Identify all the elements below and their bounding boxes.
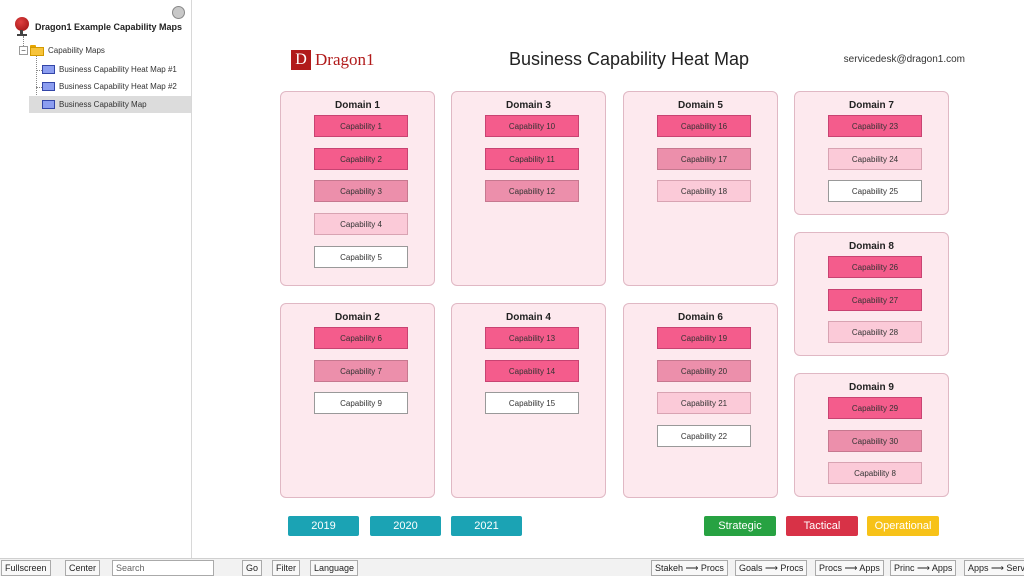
- legend-tactical[interactable]: Tactical: [786, 516, 858, 536]
- map-icon: [42, 82, 55, 91]
- go-button[interactable]: Go: [242, 560, 263, 576]
- tree-connector: [23, 36, 24, 46]
- domain-title: Domain 9: [848, 382, 894, 393]
- language-button[interactable]: Language: [310, 560, 359, 576]
- expand-collapse-icon[interactable]: −: [19, 46, 28, 55]
- domain-title: Domain 7: [848, 100, 894, 111]
- legend-strategic[interactable]: Strategic: [704, 516, 776, 536]
- search-input[interactable]: [112, 560, 214, 576]
- capability-box[interactable]: Capability 7: [314, 359, 408, 382]
- logo-mark: D: [291, 50, 311, 70]
- sidebar: Dragon1 Example Capability Maps − Capabi…: [0, 0, 192, 558]
- capability-box[interactable]: Capability 9: [314, 392, 408, 415]
- capability-box[interactable]: Capability 11: [485, 147, 579, 170]
- capability-box[interactable]: Capability 12: [485, 180, 579, 203]
- capability-box[interactable]: Capability 27: [828, 288, 922, 311]
- view-goals-processes-button[interactable]: Goals ⟶ Procs: [735, 560, 808, 576]
- capability-box[interactable]: Capability 21: [657, 392, 751, 415]
- legend-operational[interactable]: Operational: [867, 516, 939, 536]
- domain-panel[interactable]: Domain 2 Capability 6 Capability 7 Capabili…: [280, 303, 435, 498]
- logo-text: Dragon1: [315, 50, 375, 69]
- capability-box[interactable]: Capability 19: [657, 327, 751, 349]
- domain-panel[interactable]: Domain 4 Capability 13 Capability 14 Capabi…: [451, 303, 606, 498]
- domain-title: Domain 8: [848, 241, 894, 252]
- capability-box[interactable]: Capability 26: [828, 256, 922, 278]
- domain-title: Domain 4: [505, 312, 551, 323]
- capability-box[interactable]: Capability 30: [828, 429, 922, 452]
- domain-panel[interactable]: Domain 1 Capability 1 Capability 2 Capabili…: [280, 91, 435, 286]
- filter-button[interactable]: Filter: [272, 560, 300, 576]
- bottom-toolbar: Fullscreen Center Go Filter Language Sta…: [0, 558, 1024, 576]
- tree-root[interactable]: Dragon1 Example Capability Maps: [14, 17, 182, 37]
- capability-box[interactable]: Capability 18: [657, 180, 751, 203]
- capability-box[interactable]: Capability 13: [485, 327, 579, 349]
- view-stakeholders-processes-button[interactable]: Stakeh ⟶ Procs: [651, 560, 728, 576]
- service-email: servicedesk@dragon1.com: [843, 54, 965, 65]
- tree-root-label: Dragon1 Example Capability Maps: [35, 22, 183, 32]
- capability-box[interactable]: Capability 10: [485, 115, 579, 137]
- capability-box[interactable]: Capability 17: [657, 147, 751, 170]
- domain-panel[interactable]: Domain 9 Capability 29 Capability 30 Capabi…: [794, 373, 949, 497]
- domain-panel[interactable]: Domain 6 Capability 19 Capability 20 Capabi…: [623, 303, 778, 498]
- tree-item-capability-map[interactable]: Business Capability Map: [29, 96, 191, 113]
- domain-panel[interactable]: Domain 5 Capability 16 Capability 17 Capabi…: [623, 91, 778, 286]
- capability-box[interactable]: Capability 20: [657, 359, 751, 382]
- year-button-2019[interactable]: 2019: [288, 516, 359, 536]
- capability-box[interactable]: Capability 1: [314, 115, 408, 137]
- capability-box[interactable]: Capability 6: [314, 327, 408, 349]
- year-button-2020[interactable]: 2020: [370, 516, 441, 536]
- tree-item-label: Business Capability Map: [59, 100, 147, 109]
- center-button[interactable]: Center: [65, 560, 101, 576]
- domain-panel[interactable]: Domain 3 Capability 10 Capability 11 Capabi…: [451, 91, 606, 286]
- domain-panel[interactable]: Domain 8 Capability 26 Capability 27 Capabi…: [794, 232, 949, 356]
- domain-title: Domain 1: [334, 100, 380, 111]
- capability-box[interactable]: Capability 14: [485, 359, 579, 382]
- capability-box[interactable]: Capability 25: [828, 180, 922, 203]
- collapse-sidebar-button[interactable]: [172, 6, 185, 19]
- domain-title: Domain 5: [677, 100, 723, 111]
- tree-item-label: Business Capability Heat Map #1: [59, 65, 177, 74]
- capability-box[interactable]: Capability 22: [657, 425, 751, 448]
- folder-icon: [30, 45, 44, 56]
- view-processes-apps-button[interactable]: Procs ⟶ Apps: [815, 560, 884, 576]
- capability-box[interactable]: Capability 2: [314, 147, 408, 170]
- domain-title: Domain 6: [677, 312, 723, 323]
- capability-box[interactable]: Capability 8: [828, 462, 922, 485]
- page-title: Business Capability Heat Map: [508, 49, 750, 69]
- capability-box[interactable]: Capability 23: [828, 115, 922, 137]
- capability-box[interactable]: Capability 4: [314, 213, 408, 236]
- tree-item-heat-map-1[interactable]: Business Capability Heat Map #1: [29, 61, 191, 78]
- capability-box[interactable]: Capability 24: [828, 147, 922, 170]
- domain-title: Domain 3: [505, 100, 551, 111]
- capability-box[interactable]: Capability 28: [828, 321, 922, 344]
- domain-title: Domain 2: [334, 312, 380, 323]
- tree-item-heat-map-2[interactable]: Business Capability Heat Map #2: [29, 78, 191, 95]
- capability-box[interactable]: Capability 15: [485, 392, 579, 415]
- capability-box[interactable]: Capability 3: [314, 180, 408, 203]
- globe-icon: [14, 17, 30, 37]
- capability-box[interactable]: Capability 29: [828, 397, 922, 419]
- capability-box[interactable]: Capability 5: [314, 245, 408, 268]
- view-principles-apps-button[interactable]: Princ ⟶ Apps: [890, 560, 957, 576]
- capability-box[interactable]: Capability 16: [657, 115, 751, 137]
- fullscreen-button[interactable]: Fullscreen: [1, 560, 51, 576]
- tree-item-label: Business Capability Heat Map #2: [59, 82, 177, 91]
- map-icon: [42, 100, 55, 109]
- domain-panel[interactable]: Domain 7 Capability 23 Capability 24 Capabi…: [794, 91, 949, 215]
- dragon1-logo: D Dragon1: [291, 50, 374, 70]
- view-apps-services-button[interactable]: Apps ⟶ Serv.: [964, 560, 1024, 576]
- tree-folder-label[interactable]: Capability Maps: [48, 46, 105, 55]
- map-icon: [42, 65, 55, 74]
- year-button-2021[interactable]: 2021: [451, 516, 522, 536]
- canvas: D Dragon1 Business Capability Heat Map s…: [193, 0, 1024, 558]
